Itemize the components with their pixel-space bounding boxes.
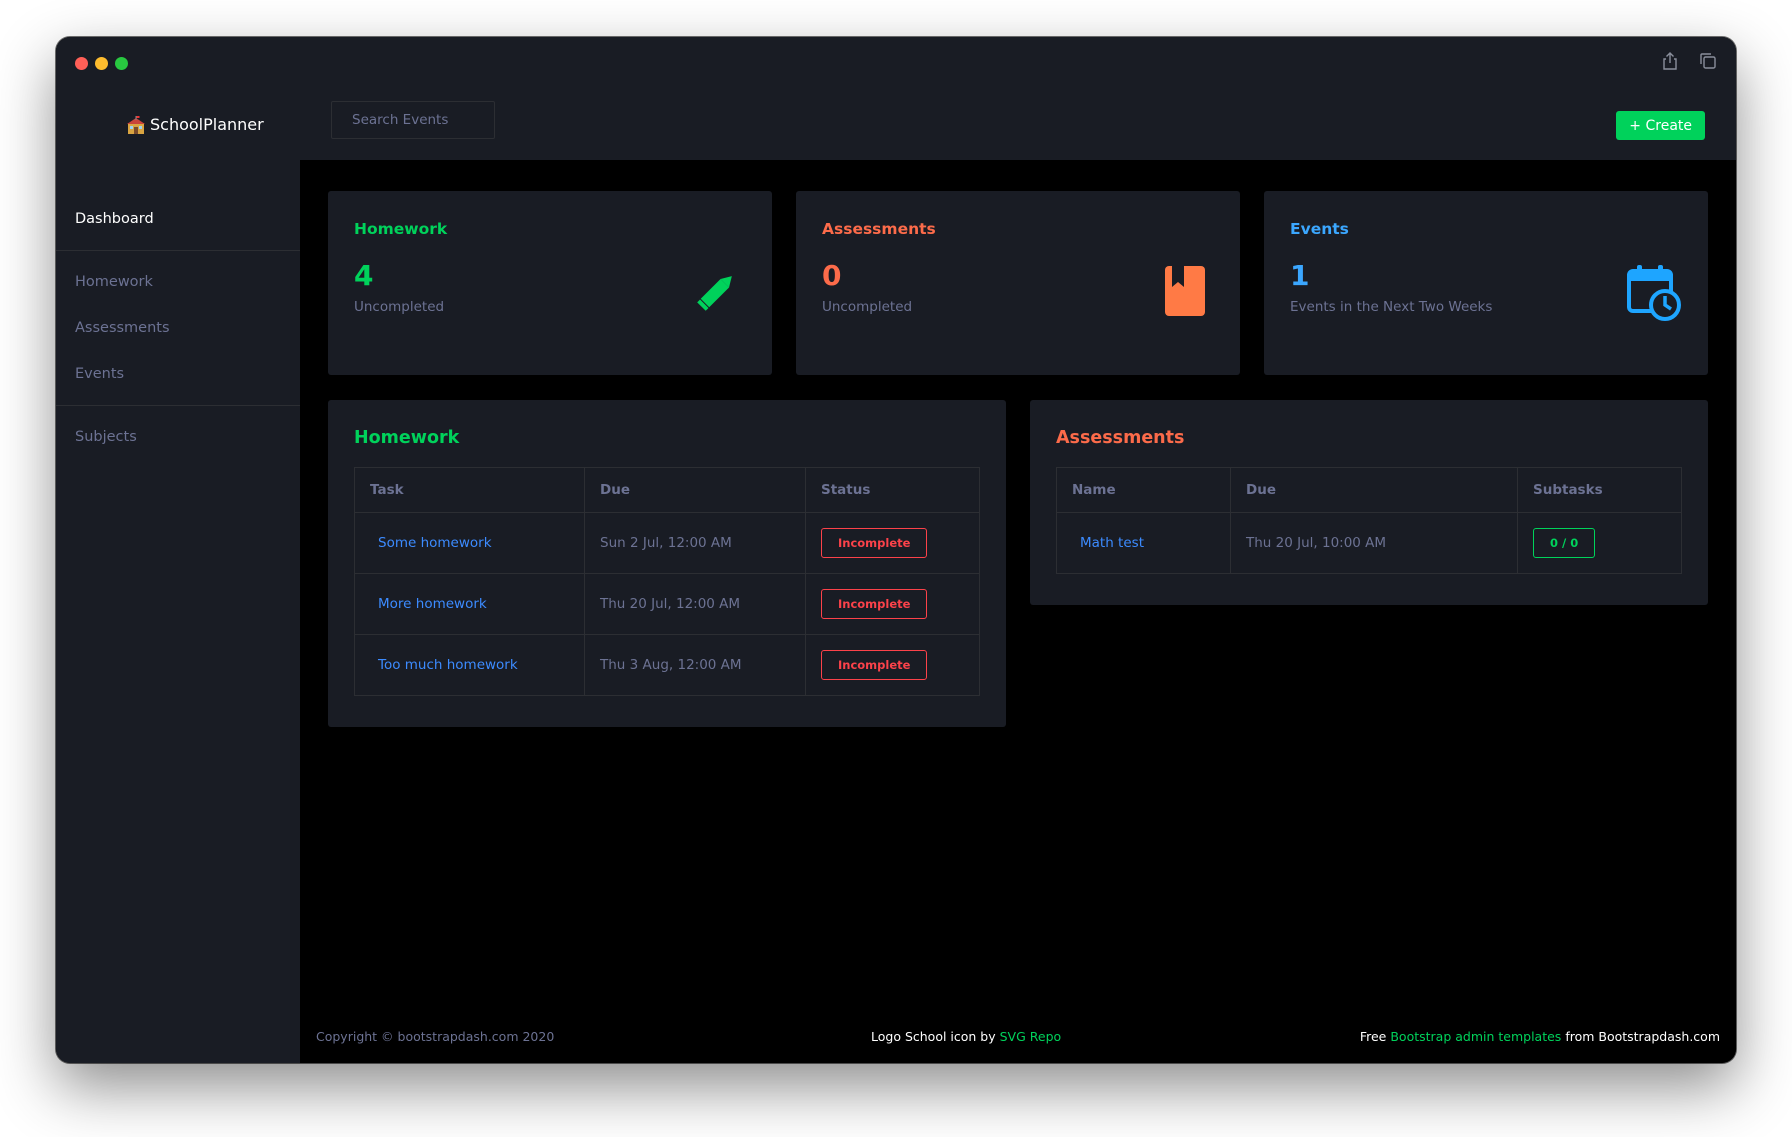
brand-name: SchoolPlanner xyxy=(150,115,264,134)
homework-link[interactable]: Too much homework xyxy=(354,634,585,696)
minimize-window-button[interactable] xyxy=(95,57,108,70)
bootstrap-templates-link[interactable]: Bootstrap admin templates xyxy=(1390,1029,1561,1044)
calendar-clock-icon xyxy=(1626,263,1682,325)
copy-icon[interactable] xyxy=(1698,51,1718,71)
subtasks-cell: 0 / 0 xyxy=(1517,512,1682,574)
footer: Copyright © bootstrapdash.com 2020 Logo … xyxy=(300,1029,1736,1049)
card-subtitle: Events in the Next Two Weeks xyxy=(1290,299,1493,315)
card-title: Assessments xyxy=(822,220,936,238)
column-header-task[interactable]: Task xyxy=(354,467,585,513)
card-subtitle: Uncompleted xyxy=(354,299,445,315)
card-subtitle: Uncompleted xyxy=(822,299,913,315)
close-window-button[interactable] xyxy=(75,57,88,70)
homework-stat-card[interactable]: Homework 4 Uncompleted xyxy=(328,191,772,375)
assessments-table: Name Due Subtasks Math test Thu 20 Jul, … xyxy=(1056,467,1682,574)
status-cell: Incomplete xyxy=(805,573,980,635)
sidebar-item-dashboard[interactable]: Dashboard xyxy=(75,211,154,227)
assessment-link[interactable]: Math test xyxy=(1056,512,1231,574)
logo-credit-text: Logo School icon by xyxy=(871,1029,996,1044)
homework-link[interactable]: More homework xyxy=(354,573,585,635)
app-window: SchoolPlanner + Create Dashboard Homewor… xyxy=(56,37,1736,1063)
template-credit: Free Bootstrap admin templates from Boot… xyxy=(1360,1029,1720,1044)
status-badge[interactable]: Incomplete xyxy=(821,528,928,558)
main-content: Homework 4 Uncompleted Assessments 0 Unc… xyxy=(300,160,1736,1063)
assessments-stat-card[interactable]: Assessments 0 Uncompleted xyxy=(796,191,1240,375)
column-header-status[interactable]: Status xyxy=(805,467,980,513)
book-icon xyxy=(1164,265,1206,321)
logo-credit: Logo School icon by SVG Repo xyxy=(871,1029,1061,1044)
sidebar-divider xyxy=(56,250,300,251)
column-header-subtasks[interactable]: Subtasks xyxy=(1517,467,1682,513)
window-toolbar xyxy=(1660,51,1718,71)
homework-count: 4 xyxy=(354,259,374,292)
sidebar-item-events[interactable]: Events xyxy=(75,366,124,382)
sidebar-item-subjects[interactable]: Subjects xyxy=(75,429,137,445)
template-credit-prefix: Free xyxy=(1359,1029,1387,1044)
table-row: More homework Thu 20 Jul, 12:00 AM Incom… xyxy=(354,573,980,635)
pencil-icon xyxy=(692,267,742,319)
events-count: 1 xyxy=(1290,259,1310,292)
table-row: Some homework Sun 2 Jul, 12:00 AM Incomp… xyxy=(354,512,980,574)
table-row: Math test Thu 20 Jul, 10:00 AM 0 / 0 xyxy=(1056,512,1682,574)
status-cell: Incomplete xyxy=(805,634,980,696)
status-cell: Incomplete xyxy=(805,512,980,574)
table-title: Homework xyxy=(354,428,460,448)
svg-repo-link[interactable]: SVG Repo xyxy=(1000,1029,1062,1044)
due-date: Sun 2 Jul, 12:00 AM xyxy=(584,512,806,574)
search-input[interactable] xyxy=(331,101,495,139)
window-controls xyxy=(75,57,128,70)
homework-link[interactable]: Some homework xyxy=(354,512,585,574)
zoom-window-button[interactable] xyxy=(115,57,128,70)
homework-table-card: Homework Task Due Status Some homework S… xyxy=(328,400,1006,727)
column-header-due[interactable]: Due xyxy=(584,467,806,513)
create-button[interactable]: + Create xyxy=(1616,111,1705,140)
due-date: Thu 3 Aug, 12:00 AM xyxy=(584,634,806,696)
column-header-name[interactable]: Name xyxy=(1056,467,1231,513)
copyright-text: Copyright © bootstrapdash.com 2020 xyxy=(316,1029,555,1044)
due-date: Thu 20 Jul, 12:00 AM xyxy=(584,573,806,635)
table-header-row: Name Due Subtasks xyxy=(1056,467,1682,513)
share-icon[interactable] xyxy=(1660,51,1680,71)
column-header-due[interactable]: Due xyxy=(1230,467,1518,513)
table-row: Too much homework Thu 3 Aug, 12:00 AM In… xyxy=(354,634,980,696)
sidebar-item-assessments[interactable]: Assessments xyxy=(75,320,170,336)
school-icon xyxy=(126,115,146,134)
card-title: Events xyxy=(1290,220,1349,238)
events-stat-card[interactable]: Events 1 Events in the Next Two Weeks xyxy=(1264,191,1708,375)
due-date: Thu 20 Jul, 10:00 AM xyxy=(1230,512,1518,574)
template-credit-suffix: from Bootstrapdash.com xyxy=(1565,1029,1720,1044)
card-title: Homework xyxy=(354,220,448,238)
sidebar-item-homework[interactable]: Homework xyxy=(75,274,153,290)
top-band xyxy=(56,37,1736,160)
assessments-count: 0 xyxy=(822,259,842,292)
homework-table: Task Due Status Some homework Sun 2 Jul,… xyxy=(354,467,980,696)
sidebar-divider xyxy=(56,405,300,406)
sidebar: Dashboard Homework Assessments Events Su… xyxy=(56,160,300,1063)
status-badge[interactable]: Incomplete xyxy=(821,589,928,619)
assessments-table-card: Assessments Name Due Subtasks Math test … xyxy=(1030,400,1708,605)
subtasks-badge[interactable]: 0 / 0 xyxy=(1533,528,1596,558)
status-badge[interactable]: Incomplete xyxy=(821,650,928,680)
brand-logo[interactable]: SchoolPlanner xyxy=(126,115,316,134)
table-header-row: Task Due Status xyxy=(354,467,980,513)
table-title: Assessments xyxy=(1056,428,1185,448)
